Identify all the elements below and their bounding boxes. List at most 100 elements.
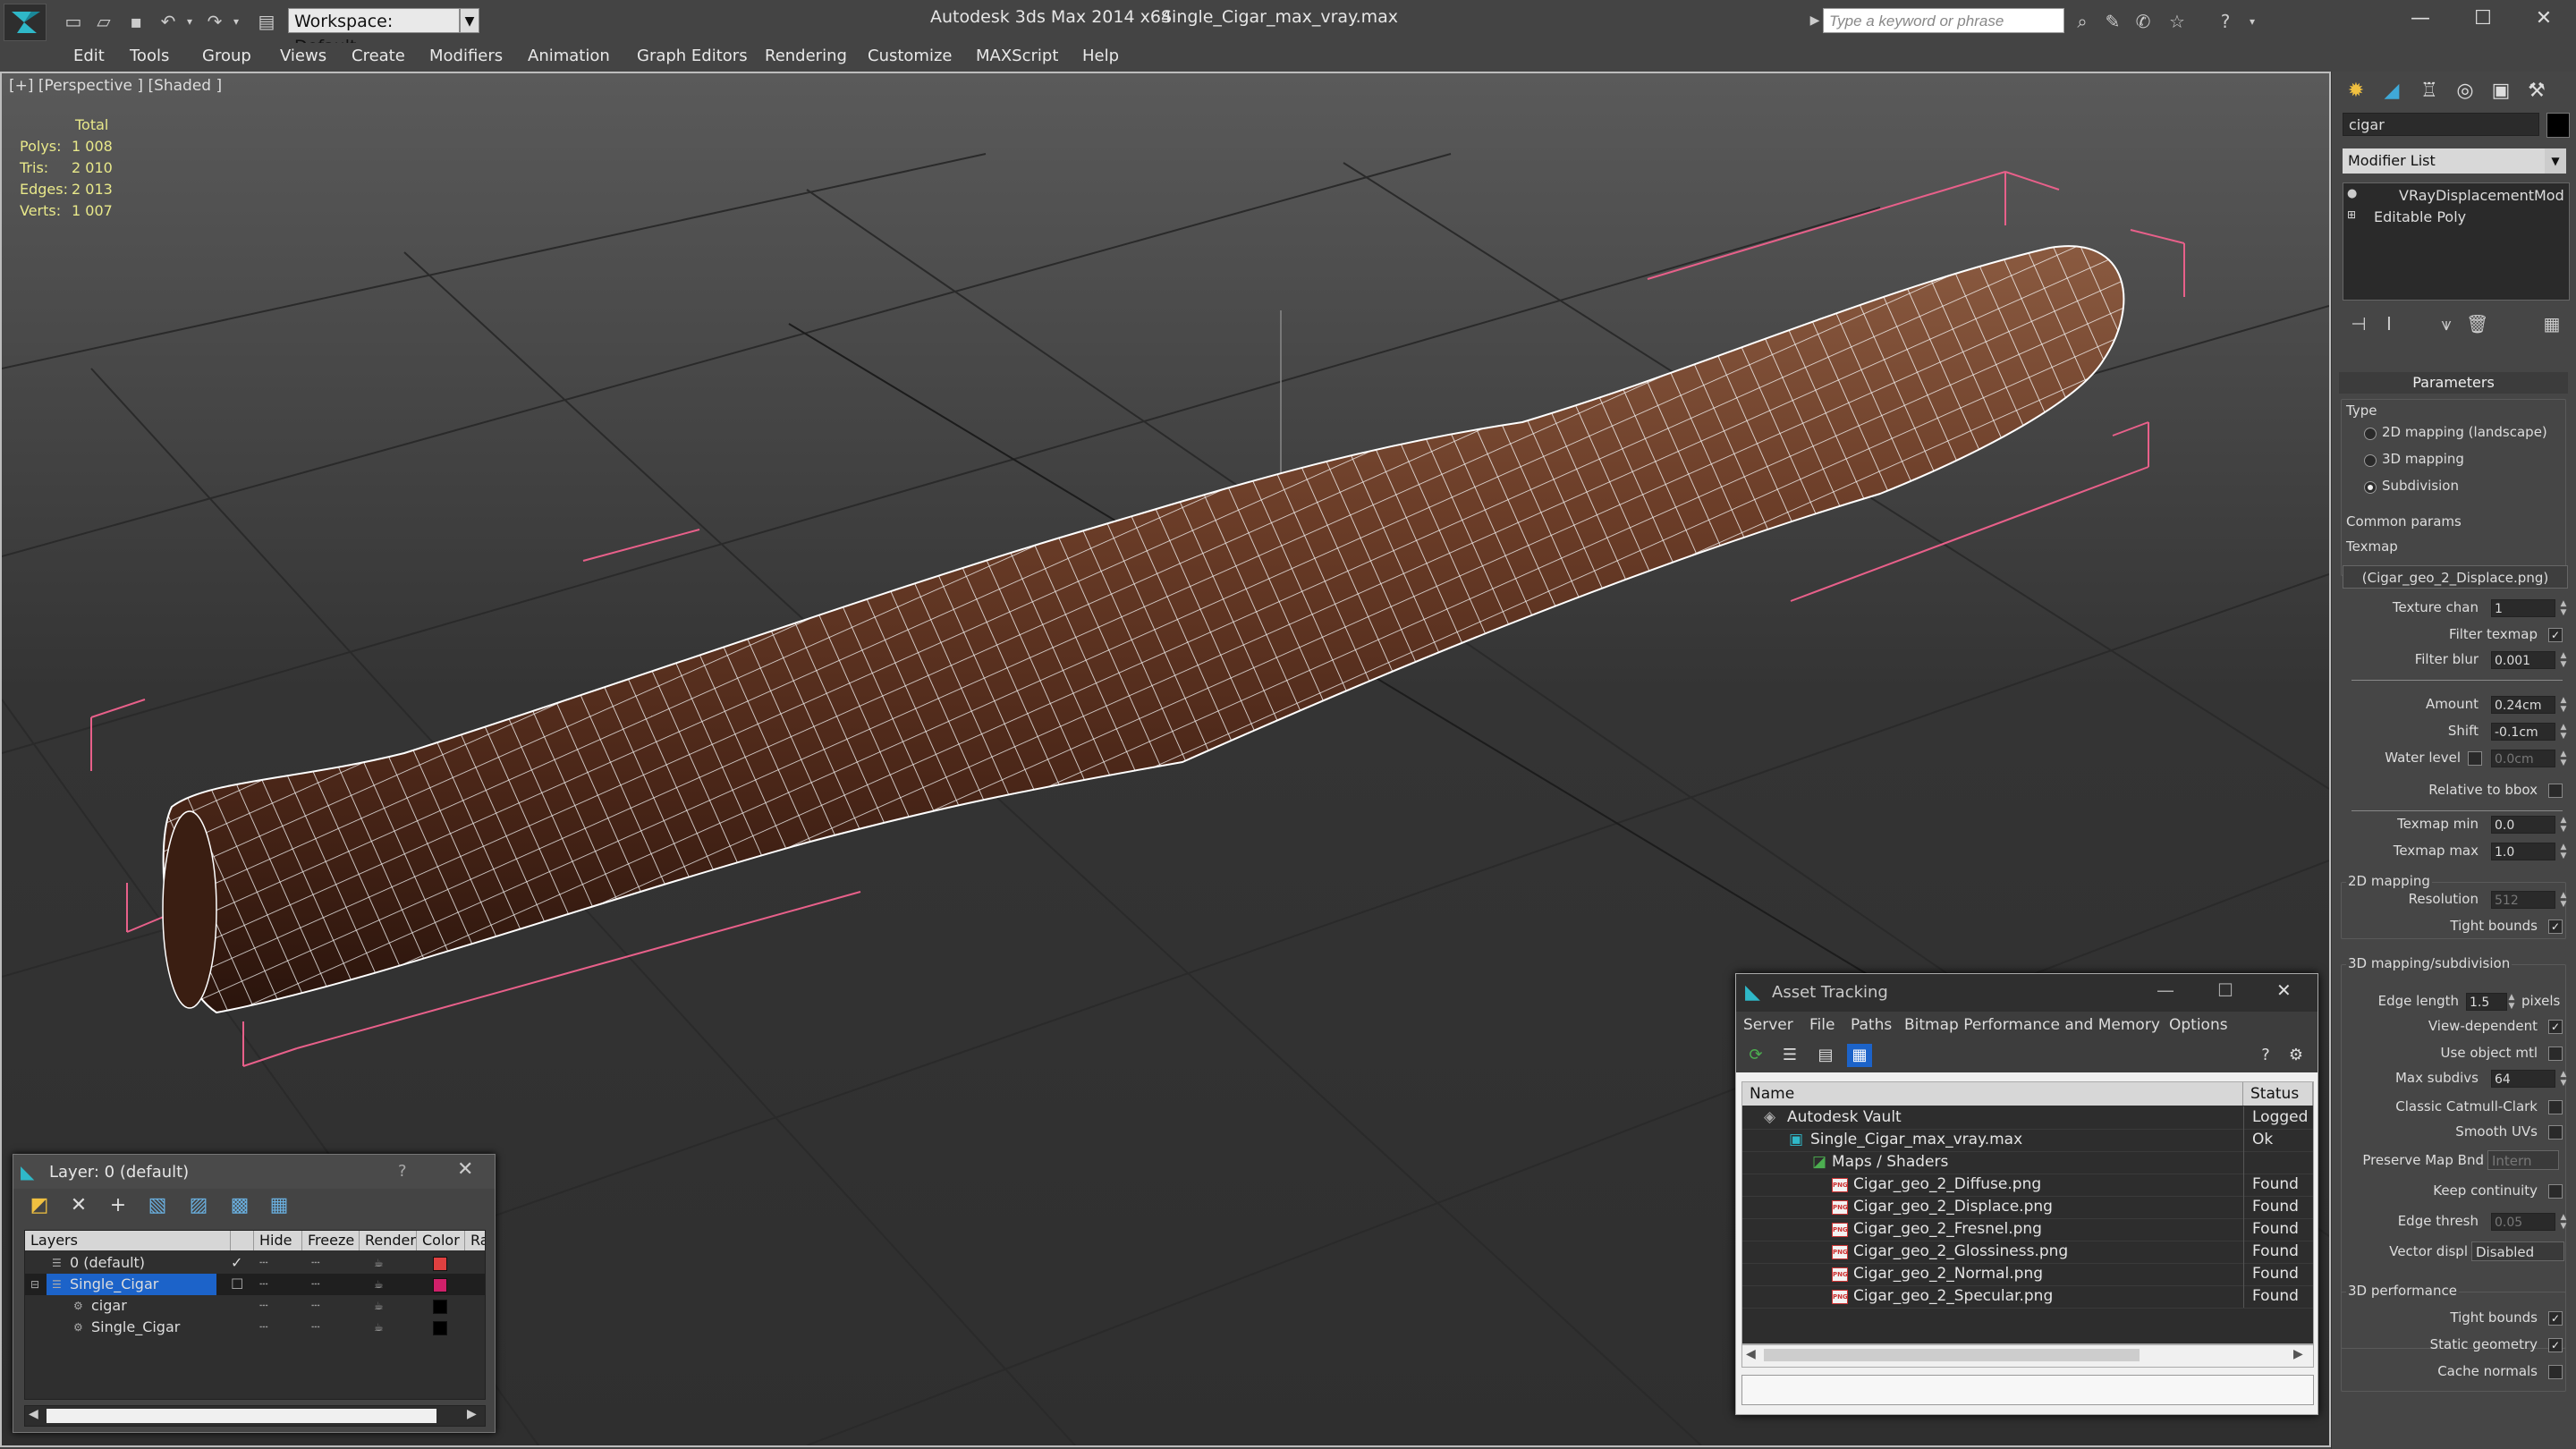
water-level-checkbox[interactable]	[2468, 751, 2482, 766]
add-to-layer-icon[interactable]: +	[105, 1192, 131, 1219]
layer-name[interactable]: Single_Cigar	[70, 1274, 158, 1295]
redo-icon[interactable]: ↷	[204, 11, 225, 32]
layer-row[interactable]: ⚙ Single_Cigar ┄ ┄ ☕	[25, 1317, 485, 1338]
amount-field[interactable]: 0.24cm	[2491, 696, 2555, 714]
render-teapot-icon[interactable]: ☕	[374, 1274, 384, 1295]
asset-row[interactable]: PNG Cigar_geo_2_Normal.png Found	[1742, 1263, 2313, 1286]
help-icon[interactable]: ?	[2215, 11, 2236, 32]
texmap-max-field[interactable]: 1.0	[2491, 843, 2555, 860]
detail-view-icon[interactable]: ▤	[1813, 1044, 1838, 1067]
texmap-min-field[interactable]: 0.0	[2491, 816, 2555, 834]
create-tab-icon[interactable]: ✹	[2339, 75, 2373, 107]
asset-path-field[interactable]	[1741, 1375, 2314, 1405]
shift-field[interactable]: -0.1cm	[2491, 723, 2555, 741]
preserve-map-dropdown[interactable]: Intern	[2487, 1150, 2559, 1170]
spinner-icon[interactable]: ▲ ▼	[2559, 816, 2568, 834]
menu-edit[interactable]: Edit	[73, 47, 105, 65]
horizontal-scrollbar[interactable]: ◀ ▶	[1741, 1344, 2314, 1368]
use-object-mtl-checkbox[interactable]	[2548, 1046, 2563, 1061]
modifier-list-dropdown[interactable]: Modifier List	[2343, 148, 2545, 174]
select-in-layer-icon[interactable]: ▧	[144, 1192, 171, 1219]
radio-3d-mapping[interactable]	[2364, 454, 2377, 467]
menu-views[interactable]: Views	[280, 47, 326, 65]
minimize-icon[interactable]: —	[2157, 979, 2174, 1001]
freeze-toggle[interactable]: ┄	[311, 1295, 320, 1317]
col-freeze[interactable]: Freeze	[302, 1231, 360, 1250]
project-folder-icon[interactable]: ▤	[256, 11, 277, 32]
asset-row[interactable]: ◪ Maps / Shaders	[1742, 1151, 2313, 1174]
parameters-rollout[interactable]: Parameters	[2339, 372, 2568, 394]
relative-bbox-checkbox[interactable]	[2548, 784, 2563, 798]
filter-texmap-checkbox[interactable]: ✓	[2548, 628, 2563, 642]
classic-cc-checkbox[interactable]	[2548, 1100, 2563, 1114]
modifier-stack[interactable]: ● VRayDisplacementMod ⊞ Editable Poly	[2343, 182, 2570, 301]
spinner-icon[interactable]: ▲ ▼	[2559, 723, 2568, 741]
hide-all-layers-icon[interactable]: ▩	[226, 1192, 253, 1219]
maximize-icon[interactable]: ☐	[2453, 0, 2513, 38]
modify-tab-icon[interactable]: ◢	[2375, 75, 2409, 107]
col-color[interactable]: Color	[417, 1231, 465, 1250]
pin-stack-icon[interactable]: ⊣	[2348, 313, 2369, 335]
menu-animation[interactable]: Animation	[528, 47, 610, 65]
object-name-field[interactable]: cigar	[2343, 113, 2539, 136]
search-input[interactable]: Type a keyword or phrase	[1823, 8, 2064, 33]
new-layer-icon[interactable]: ◩	[26, 1192, 53, 1219]
object-name[interactable]: Single_Cigar	[91, 1317, 180, 1338]
edge-length-field[interactable]: 1.5	[2466, 993, 2507, 1011]
spinner-icon[interactable]: ▲ ▼	[2559, 750, 2568, 767]
chevron-down-icon[interactable]: ▼	[460, 8, 479, 33]
texmap-button[interactable]: (Cigar_geo_2_Displace.png)	[2343, 565, 2568, 589]
spinner-icon[interactable]: ▲ ▼	[2559, 843, 2568, 860]
search-expand-icon[interactable]: ▶	[1807, 8, 1823, 33]
menu-maxscript[interactable]: MAXScript	[976, 47, 1058, 65]
asset-menu-paths[interactable]: Paths	[1851, 1016, 1892, 1034]
layer-color-swatch[interactable]	[433, 1257, 447, 1271]
minimize-icon[interactable]: —	[2390, 0, 2451, 38]
asset-row[interactable]: PNG Cigar_geo_2_Glossiness.png Found	[1742, 1241, 2313, 1264]
close-icon[interactable]: ✕	[457, 1158, 473, 1181]
chevron-right-icon[interactable]: ▶	[467, 1407, 477, 1421]
radio-2d-mapping[interactable]	[2364, 428, 2377, 440]
settings-icon[interactable]: ⚙	[2284, 1044, 2309, 1067]
texture-chan-field[interactable]: 1	[2491, 599, 2555, 617]
keep-continuity-checkbox[interactable]	[2548, 1184, 2563, 1199]
asset-row[interactable]: PNG Cigar_geo_2_Fresnel.png Found	[1742, 1218, 2313, 1241]
chevron-left-icon[interactable]: ◀	[1746, 1347, 1756, 1361]
scrollbar-thumb[interactable]	[47, 1409, 436, 1423]
freeze-all-layers-icon[interactable]: ▦	[266, 1192, 292, 1219]
lightbulb-icon[interactable]: ●	[2347, 187, 2357, 200]
open-file-icon[interactable]: ▱	[93, 11, 114, 32]
horizontal-scrollbar[interactable]: ◀ ▶	[24, 1405, 486, 1427]
menu-rendering[interactable]: Rendering	[765, 47, 847, 65]
col-radiosity[interactable]: Radi	[465, 1231, 485, 1250]
new-file-icon[interactable]: ▭	[63, 11, 84, 32]
asset-tracking-titlebar[interactable]: ◣ Asset Tracking — ☐ ✕	[1736, 974, 2318, 1012]
menu-help[interactable]: Help	[1082, 47, 1119, 65]
show-end-result-icon[interactable]: Ⅰ	[2378, 313, 2400, 335]
spinner-icon[interactable]: ▲ ▼	[2559, 696, 2568, 714]
app-logo-icon[interactable]	[4, 4, 47, 41]
highlight-layer-icon[interactable]: ▨	[185, 1192, 212, 1219]
help-icon[interactable]: ?	[2253, 1044, 2278, 1067]
subscription-icon[interactable]: ✎	[2102, 11, 2123, 32]
help-button[interactable]: ?	[398, 1162, 407, 1181]
close-icon[interactable]: ✕	[2513, 0, 2574, 38]
spinner-icon[interactable]: ▲ ▼	[2559, 891, 2568, 909]
display-tab-icon[interactable]: ▣	[2484, 75, 2518, 107]
undo-dropdown-icon[interactable]: ▾	[179, 11, 200, 32]
asset-row[interactable]: PNG Cigar_geo_2_Displace.png Found	[1742, 1196, 2313, 1219]
edge-thresh-field[interactable]: 0.05	[2491, 1213, 2555, 1231]
collapse-icon[interactable]: ⊟	[30, 1274, 39, 1295]
stack-item-editable-poly[interactable]: Editable Poly	[2374, 208, 2466, 225]
hierarchy-tab-icon[interactable]: ♖	[2412, 75, 2446, 107]
motion-tab-icon[interactable]: ◎	[2448, 75, 2482, 107]
list-view-icon[interactable]: ☰	[1777, 1044, 1802, 1067]
asset-row[interactable]: PNG Cigar_geo_2_Specular.png Found	[1742, 1285, 2313, 1309]
chevron-right-icon[interactable]: ▶	[2293, 1347, 2303, 1361]
view-dependent-checkbox[interactable]: ✓	[2548, 1020, 2563, 1034]
menu-customize[interactable]: Customize	[868, 47, 952, 65]
freeze-toggle[interactable]: ┄	[311, 1317, 320, 1338]
water-level-field[interactable]: 0.0cm	[2491, 750, 2555, 767]
spinner-icon[interactable]: ▲ ▼	[2559, 599, 2568, 617]
render-teapot-icon[interactable]: ☕	[374, 1252, 384, 1274]
